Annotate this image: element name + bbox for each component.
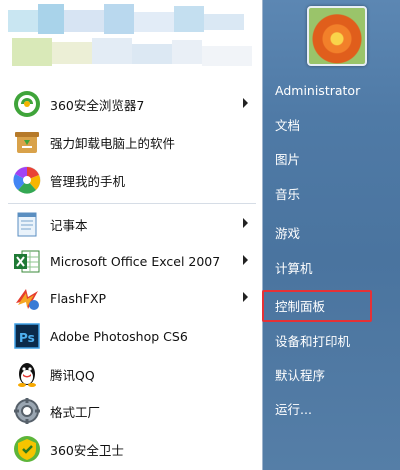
program-label: 记事本 <box>50 217 88 233</box>
program-item-photoshop[interactable]: Ps Adobe Photoshop CS6 <box>8 318 260 354</box>
program-label: 腾讯QQ <box>50 367 95 383</box>
program-label: 360安全浏览器7 <box>50 97 145 113</box>
submenu-arrow-icon[interactable] <box>243 292 248 302</box>
notepad-icon <box>12 209 42 239</box>
list-divider <box>8 203 256 204</box>
menu-item-devices-printers[interactable]: 设备和打印机 <box>273 328 387 356</box>
menu-item-administrator[interactable]: Administrator <box>273 77 387 105</box>
pinned-area-blurred <box>8 4 260 80</box>
program-label: 360安全卫士 <box>50 442 124 458</box>
menu-item-music[interactable]: 音乐 <box>273 181 387 209</box>
menu-item-pictures[interactable]: 图片 <box>273 146 387 174</box>
program-item-flashfxp[interactable]: FlashFXP <box>8 280 260 316</box>
uninstall-icon <box>12 127 42 157</box>
program-item-360-safe[interactable]: 360安全卫士 <box>8 431 260 467</box>
program-label: Adobe Photoshop CS6 <box>50 328 188 344</box>
qq-icon <box>12 359 42 389</box>
flashfxp-icon <box>12 283 42 313</box>
submenu-arrow-icon[interactable] <box>243 218 248 228</box>
program-item-notepad[interactable]: 记事本 <box>8 206 260 242</box>
menu-item-computer[interactable]: 计算机 <box>273 255 387 283</box>
svg-text:Ps: Ps <box>19 331 35 345</box>
program-item-uninstall[interactable]: 强力卸载电脑上的软件 <box>8 124 260 160</box>
menu-item-run[interactable]: 运行... <box>273 396 387 424</box>
program-item-360-browser[interactable]: 360安全浏览器7 <box>8 86 260 122</box>
program-label: FlashFXP <box>50 290 107 306</box>
program-item-excel[interactable]: Microsoft Office Excel 2007 <box>8 243 260 279</box>
menu-item-default-programs[interactable]: 默认程序 <box>273 362 387 390</box>
program-label: 强力卸载电脑上的软件 <box>50 135 176 151</box>
program-label: 管理我的手机 <box>50 173 126 189</box>
program-item-phone-manager[interactable]: 管理我的手机 <box>8 162 260 198</box>
excel-icon <box>12 246 42 276</box>
phone-manager-icon <box>12 165 42 195</box>
menu-item-games[interactable]: 游戏 <box>273 220 387 248</box>
user-avatar[interactable] <box>307 6 367 66</box>
submenu-arrow-icon[interactable] <box>243 255 248 265</box>
submenu-arrow-icon[interactable] <box>243 98 248 108</box>
control-panel-highlight-box <box>262 290 372 322</box>
format-factory-icon <box>12 396 42 426</box>
photoshop-icon: Ps <box>12 321 42 351</box>
program-list-panel: 360安全浏览器7 强力卸载电脑上的软件 管理我的手机 记事本 Microsof… <box>0 0 263 470</box>
program-label: Microsoft Office Excel 2007 <box>50 253 221 269</box>
360-safe-icon <box>12 434 42 464</box>
menu-item-documents[interactable]: 文档 <box>273 112 387 140</box>
program-item-qq[interactable]: 腾讯QQ <box>8 356 260 392</box>
program-label: 格式工厂 <box>50 404 101 420</box>
360-browser-icon <box>12 89 42 119</box>
program-item-format-factory[interactable]: 格式工厂 <box>8 393 260 429</box>
